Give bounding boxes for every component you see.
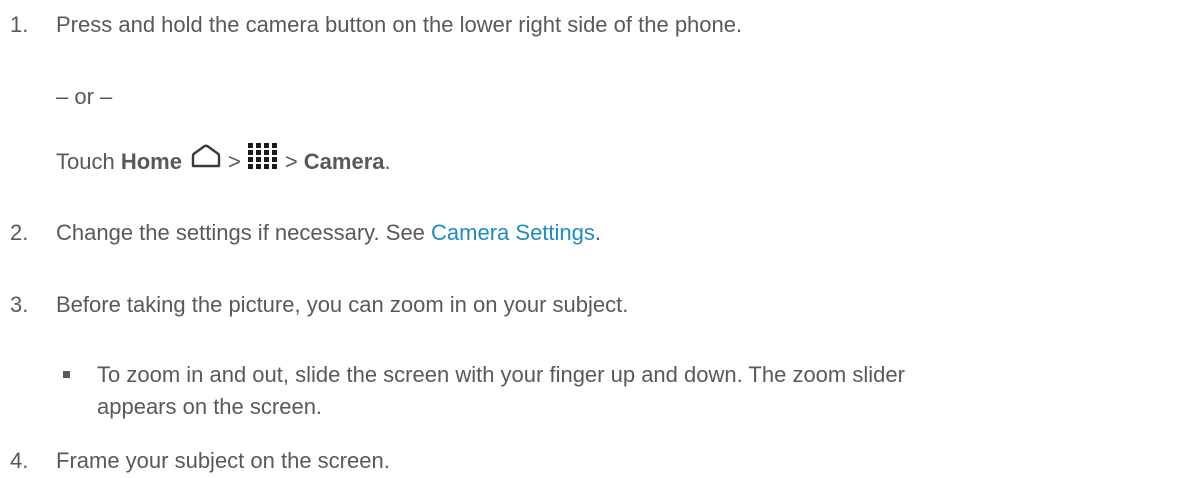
step-suffix: . [594,220,602,245]
home-icon [190,144,222,176]
separator-arrow: > [284,148,298,174]
apps-grid-icon [247,142,279,178]
alt-prefix: Touch [56,148,121,174]
step-number: 2. [10,220,29,245]
step-text: Before taking the picture, you can zoom … [56,292,629,317]
bullet-text-line-1: To zoom in and out, slide the screen wit… [97,362,905,387]
bullet-icon [63,371,70,378]
step-text: Press and hold the camera button on the … [56,12,743,37]
step-number: 4. [10,448,29,473]
step-number: 1. [10,12,29,37]
or-separator: – or – [56,84,113,109]
step-number: 3. [10,292,29,317]
step-1-alt: Touch Home > > Camera. [56,142,391,181]
step-text: Change the settings if necessary. See [56,220,432,245]
camera-settings-link[interactable]: Camera Settings [431,220,595,245]
separator-arrow: > [227,148,241,174]
step-text: Frame your subject on the screen. [56,448,390,473]
camera-label: Camera [303,148,385,174]
home-label: Home [120,148,182,174]
alt-suffix: . [384,148,391,174]
bullet-text-line-2: appears on the screen. [97,394,323,419]
